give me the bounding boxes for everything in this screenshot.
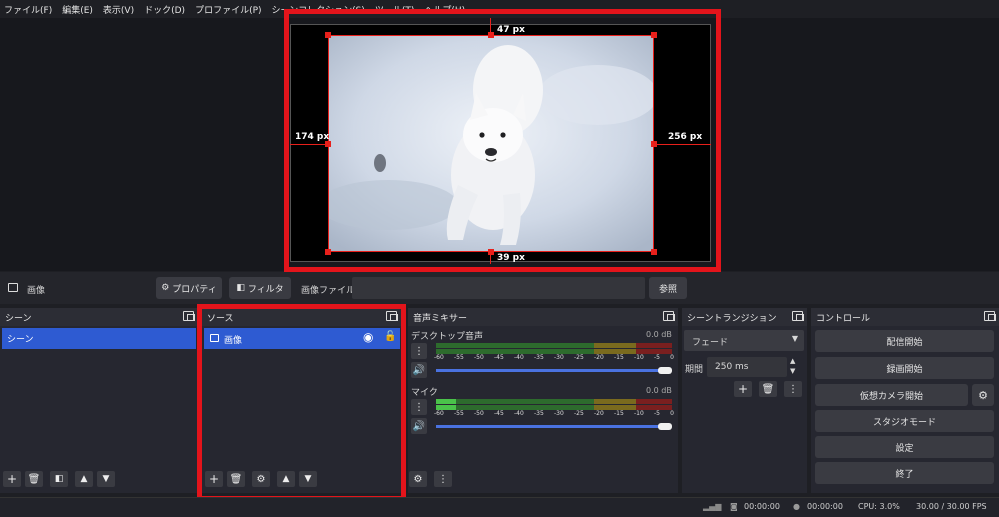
duration-input[interactable]: 250 ms [707, 357, 787, 377]
volume-slider-knob[interactable] [658, 367, 672, 374]
channel-menu-button[interactable]: ⋮ [411, 343, 427, 359]
virtual-camera-settings-button[interactable]: ⚙ [972, 384, 994, 406]
volume-meter [436, 343, 672, 354]
status-bar: ▂▄▆ ◙ 00:00:00 ● 00:00:00 CPU: 3.0% 30.0… [0, 497, 999, 517]
menu-dock[interactable]: ドック(D) [144, 3, 185, 16]
channel-name: マイク [411, 388, 438, 398]
meter-scale: -60 -55 -50 -45 -40 -35 -30 -25 -20 -15 -10 -5 0 [434, 354, 674, 361]
signal-icon: ▂▄▆ [703, 502, 722, 511]
properties-button[interactable]: ⚙ プロパティ [156, 277, 222, 299]
float-dock-icon[interactable] [984, 311, 996, 321]
stream-status-icon: ◙ [730, 502, 738, 511]
filter-icon: ◧ [54, 474, 64, 484]
filter-icon: ◧ [236, 283, 245, 293]
more-vertical-icon: ⋮ [438, 473, 448, 485]
volume-slider[interactable] [436, 425, 664, 428]
plus-icon: + [737, 382, 749, 396]
start-streaming-button[interactable]: 配信開始 [815, 330, 994, 352]
menu-file[interactable]: ファイル(F) [4, 3, 52, 16]
start-virtual-camera-button[interactable]: 仮想カメラ開始 [815, 384, 968, 406]
advanced-audio-button[interactable]: ⚙ [409, 471, 427, 487]
scene-item[interactable]: シーン [2, 328, 196, 349]
controls-header: コントロール [811, 308, 999, 326]
speaker-icon: 🔊 [412, 364, 426, 376]
transition-select[interactable]: フェード ▼ [684, 330, 804, 351]
scene-filters-button[interactable]: ◧ [50, 471, 68, 487]
start-recording-button[interactable]: 録画開始 [815, 357, 994, 379]
scene-transitions-header: シーントランジション [682, 308, 807, 326]
float-dock-icon[interactable] [792, 311, 804, 321]
mute-button[interactable]: 🔊 [411, 418, 427, 434]
channel-menu-button[interactable]: ⋮ [411, 399, 427, 415]
plus-icon: + [6, 472, 18, 486]
highlight-box-preview [284, 9, 721, 272]
context-source-name: 画像 [27, 286, 46, 296]
float-dock-icon[interactable] [663, 311, 675, 321]
channel-db: 0.0 dB [646, 330, 672, 339]
trash-icon: 🗑 [761, 383, 775, 395]
remove-transition-button[interactable]: 🗑 [759, 381, 777, 397]
volume-slider-knob[interactable] [658, 423, 672, 430]
fps-readout: 30.00 / 30.00 FPS [916, 502, 987, 511]
trash-icon: 🗑 [27, 473, 41, 485]
menu-view[interactable]: 表示(V) [103, 3, 134, 16]
exit-button[interactable]: 終了 [815, 462, 994, 484]
chevron-down-icon: ▼ [102, 474, 110, 484]
volume-meter [436, 399, 672, 410]
browse-button[interactable]: 参照 [649, 277, 687, 299]
cpu-usage: CPU: 3.0% [858, 502, 900, 511]
channel-name: デスクトップ音声 [411, 332, 484, 342]
volume-slider[interactable] [436, 369, 664, 372]
duration-stepper[interactable]: ▲ ▼ [790, 356, 795, 376]
image-icon [8, 283, 18, 292]
more-vertical-icon: ⋮ [414, 401, 424, 413]
menu-edit[interactable]: 編集(E) [62, 3, 93, 16]
add-scene-button[interactable]: + [3, 471, 21, 487]
mute-button[interactable]: 🔊 [411, 362, 427, 378]
studio-mode-button[interactable]: スタジオモード [815, 410, 994, 432]
meter-scale: -60 -55 -50 -45 -40 -35 -30 -25 -20 -15 -10 -5 0 [434, 410, 674, 417]
more-vertical-icon: ⋮ [788, 383, 798, 395]
remove-scene-button[interactable]: 🗑 [25, 471, 43, 487]
highlight-box-sources [197, 304, 406, 501]
menu-profile[interactable]: プロファイル(P) [195, 3, 261, 16]
move-scene-down-button[interactable]: ▼ [97, 471, 115, 487]
chevron-up-icon: ▲ [80, 474, 88, 484]
channel-db: 0.0 dB [646, 386, 672, 395]
filters-button[interactable]: ◧ フィルタ [229, 277, 291, 299]
more-vertical-icon: ⋮ [414, 345, 424, 357]
audio-mixer-header: 音声ミキサー [408, 308, 678, 326]
duration-label: 期間 [685, 365, 704, 375]
chevron-down-icon: ▼ [791, 334, 798, 343]
scenes-dock-header: シーン [0, 308, 198, 326]
transition-menu-button[interactable]: ⋮ [784, 381, 802, 397]
record-status-icon: ● [793, 502, 800, 511]
gear-icon: ⚙ [161, 283, 170, 293]
record-time: 00:00:00 [807, 502, 843, 511]
float-dock-icon[interactable] [183, 311, 195, 321]
image-file-input[interactable] [352, 277, 645, 299]
image-file-label: 画像ファイル [301, 286, 356, 296]
settings-button[interactable]: 設定 [815, 436, 994, 458]
gears-icon: ⚙ [413, 473, 423, 485]
gear-icon: ⚙ [978, 388, 988, 402]
add-transition-button[interactable]: + [734, 381, 752, 397]
stream-time: 00:00:00 [744, 502, 780, 511]
mixer-menu-button[interactable]: ⋮ [434, 471, 452, 487]
move-scene-up-button[interactable]: ▲ [75, 471, 93, 487]
speaker-icon: 🔊 [412, 420, 426, 432]
